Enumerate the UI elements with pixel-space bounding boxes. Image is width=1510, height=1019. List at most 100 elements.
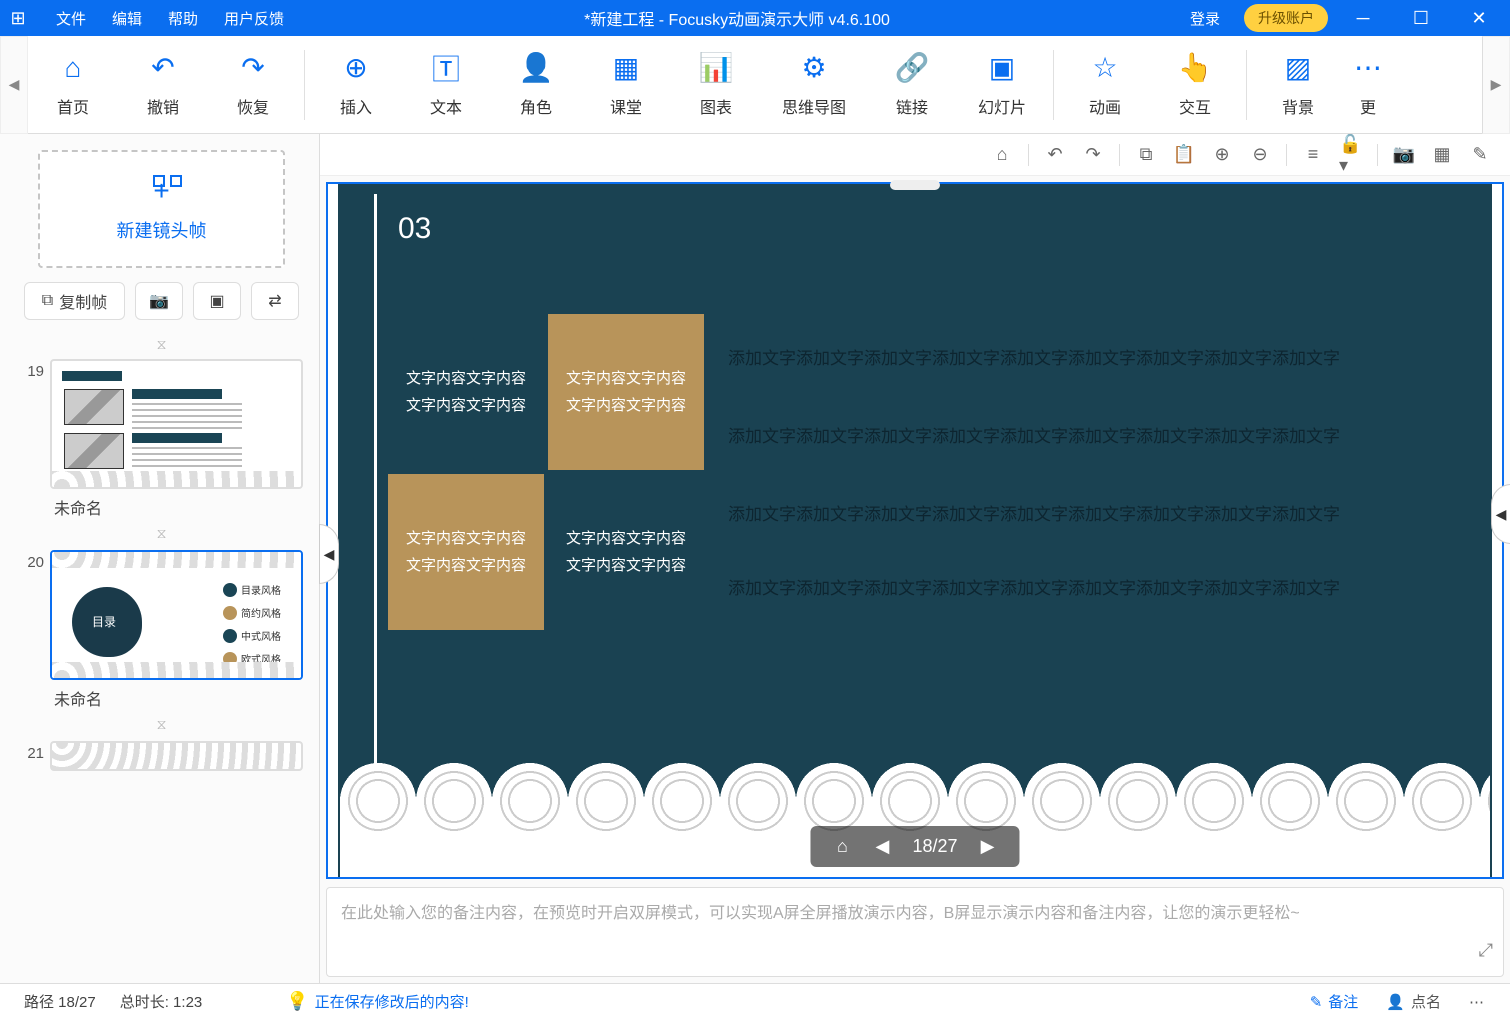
align-icon[interactable]: ≡ (1301, 143, 1325, 167)
status-path: 路径 18/27 (12, 991, 108, 1012)
zoom-out-icon[interactable]: ⊖ (1248, 143, 1272, 167)
content-box-4[interactable]: 文字内容文字内容文字内容文字内容 (548, 474, 704, 630)
ribbon-home[interactable]: ⌂首页 (28, 52, 118, 118)
lock-icon[interactable]: 🔓▾ (1339, 143, 1363, 167)
thumb-preview[interactable]: 匠心 目录风格简约风格中式风格欧式风格 (50, 550, 303, 680)
new-frame-button[interactable]: + 新建镜头帧 (38, 150, 285, 268)
swap-icon: ⇄ (268, 291, 281, 311)
ribbon-class[interactable]: ▦ 课堂 (581, 52, 671, 118)
canvas[interactable]: 03 文字内容文字内容文字内容文字内容 文字内容文字内容文字内容文字内容 文字内… (326, 182, 1504, 879)
paragraph-2[interactable]: 添加文字添加文字添加文字添加文字添加文字添加文字添加文字添加文字添加文字 (728, 422, 1462, 447)
ribbon-link-label: 链接 (896, 94, 928, 118)
frame-thumb-19[interactable]: 19 未命名 ⧖ (20, 359, 303, 542)
snapshot-icon[interactable]: 📷 (1392, 143, 1416, 167)
ribbon-scroll-left[interactable]: ◀ (0, 36, 28, 134)
minimize-button[interactable]: ─ (1340, 0, 1386, 36)
rotate-left-icon[interactable]: ↶ (1043, 143, 1067, 167)
copy-frame-button[interactable]: ⧉复制帧 (24, 282, 125, 320)
box-text: 文字内容文字内容 (406, 525, 526, 552)
ribbon-bg[interactable]: ▨背景 (1253, 52, 1343, 118)
ribbon-class-label: 课堂 (610, 94, 642, 118)
nav-prev-icon[interactable]: ◀ (872, 836, 892, 857)
menu-feedback[interactable]: 用户反馈 (212, 2, 296, 35)
frame-thumb-20[interactable]: 20 匠心 目录风格简约风格中式风格欧式风格 未命名 ⧖ (20, 550, 303, 733)
ribbon-anim-label: 动画 (1089, 94, 1121, 118)
ribbon-more[interactable]: ⋯更 (1343, 52, 1393, 118)
ribbon-anim[interactable]: ☆动画 (1060, 52, 1150, 118)
thumb-preview[interactable] (50, 359, 303, 489)
box-text: 文字内容文字内容 (566, 392, 686, 419)
interact-icon: 👆 (1178, 52, 1213, 84)
box-text: 文字内容文字内容 (406, 365, 526, 392)
qr-icon: ▣ (209, 291, 224, 311)
statusbar: 路径 18/27 总时长: 1:23 💡正在保存修改后的内容! ✎备注 👤点名 … (0, 983, 1510, 1019)
toolbar-separator (1119, 144, 1120, 166)
ribbon-interact[interactable]: 👆交互 (1150, 52, 1240, 118)
ribbon-scroll-right[interactable]: ▶ (1482, 36, 1510, 134)
notes-placeholder: 在此处输入您的备注内容，在预览时开启双屏模式，可以实现A屏全屏播放演示内容，B屏… (341, 905, 1300, 922)
content-box-2[interactable]: 文字内容文字内容文字内容文字内容 (548, 314, 704, 470)
ribbon-undo[interactable]: ↶撤销 (118, 52, 208, 118)
menu-file[interactable]: 文件 (44, 2, 98, 35)
rotate-right-icon[interactable]: ↷ (1081, 143, 1105, 167)
copy-icon[interactable]: ⧉ (1134, 143, 1158, 167)
ribbon-slide[interactable]: ▣幻灯片 (957, 52, 1047, 118)
ribbon-text[interactable]: 🅃文本 (401, 52, 491, 118)
menu-edit[interactable]: 编辑 (100, 2, 154, 35)
zoom-in-icon[interactable]: ⊕ (1210, 143, 1234, 167)
paragraph-1[interactable]: 添加文字添加文字添加文字添加文字添加文字添加文字添加文字添加文字添加文字 (728, 344, 1462, 369)
background-icon: ▨ (1285, 52, 1311, 84)
toolbar-separator (1286, 144, 1287, 166)
frame-thumb-21[interactable]: 21 (20, 741, 303, 771)
edit-icon[interactable]: ✎ (1468, 143, 1492, 167)
ribbon-mindmap[interactable]: ⚙思维导图 (761, 52, 867, 118)
person-icon: 👤 (1386, 993, 1405, 1011)
rollcall-button[interactable]: 👤点名 (1372, 991, 1455, 1012)
text-icon: 🅃 (432, 52, 460, 84)
paste-icon[interactable]: 📋 (1172, 143, 1196, 167)
nav-page-indicator: 18/27 (912, 836, 957, 857)
ribbon-link[interactable]: 🔗链接 (867, 52, 957, 118)
nav-next-icon[interactable]: ▶ (978, 836, 998, 857)
hourglass-icon: ⧖ (20, 716, 303, 733)
ribbon-insert-label: 插入 (340, 94, 372, 118)
ribbon-insert[interactable]: ⊕插入 (311, 52, 401, 118)
content-box-1[interactable]: 文字内容文字内容文字内容文字内容 (388, 314, 544, 470)
notes-input[interactable]: 在此处输入您的备注内容，在预览时开启双屏模式，可以实现A屏全屏播放演示内容，B屏… (326, 887, 1504, 977)
box-text: 文字内容文字内容 (406, 392, 526, 419)
maximize-button[interactable]: ☐ (1398, 0, 1444, 36)
notes-button[interactable]: ✎备注 (1296, 991, 1373, 1012)
thumb-label: 未命名 (54, 495, 303, 519)
ribbon-home-label: 首页 (57, 94, 89, 118)
home-view-icon[interactable]: ⌂ (990, 143, 1014, 167)
decorative-line (374, 194, 377, 801)
grid-icon[interactable]: ▦ (1430, 143, 1454, 167)
ribbon-redo[interactable]: ↷恢复 (208, 52, 298, 118)
qr-button[interactable]: ▣ (193, 282, 241, 320)
ribbon-more-label: 更 (1360, 94, 1376, 118)
redo-icon: ↷ (241, 52, 264, 84)
class-icon: ▦ (613, 52, 639, 84)
expand-icon[interactable]: ⤢ (1479, 935, 1493, 966)
nav-home-icon[interactable]: ⌂ (832, 836, 852, 857)
paragraph-4[interactable]: 添加文字添加文字添加文字添加文字添加文字添加文字添加文字添加文字添加文字 (728, 574, 1462, 599)
right-drawer-handle[interactable]: ◀ (1491, 484, 1510, 544)
camera-button[interactable]: 📷 (135, 282, 183, 320)
ribbon-role[interactable]: 👤角色 (491, 52, 581, 118)
login-button[interactable]: 登录 (1178, 4, 1232, 33)
paragraph-3[interactable]: 添加文字添加文字添加文字添加文字添加文字添加文字添加文字添加文字添加文字 (728, 500, 1462, 525)
close-button[interactable]: ✕ (1456, 0, 1502, 36)
content-box-3[interactable]: 文字内容文字内容文字内容文字内容 (388, 474, 544, 630)
swap-button[interactable]: ⇄ (251, 282, 299, 320)
ribbon-toolbar: ◀ ⌂首页 ↶撤销 ↷恢复 ⊕插入 🅃文本 👤角色 ▦课堂 📊图表 ⚙思维导图 … (0, 36, 1510, 134)
menu-help[interactable]: 帮助 (156, 2, 210, 35)
box-text: 文字内容文字内容 (406, 552, 526, 579)
resize-handle[interactable] (890, 180, 940, 190)
bulb-icon: 💡 (286, 991, 308, 1011)
thumb-preview[interactable] (50, 741, 303, 771)
ribbon-chart[interactable]: 📊图表 (671, 52, 761, 118)
window-title: *新建工程 - Focusky动画演示大师 v4.6.100 (296, 6, 1178, 30)
upgrade-button[interactable]: 升级账户 (1244, 4, 1328, 32)
frame-thumbnails: 19 未命名 ⧖ 20 匠心 目录风格简约风格中式风格欧式风格 (20, 359, 303, 983)
status-more-button[interactable]: ⋯ (1455, 993, 1498, 1011)
